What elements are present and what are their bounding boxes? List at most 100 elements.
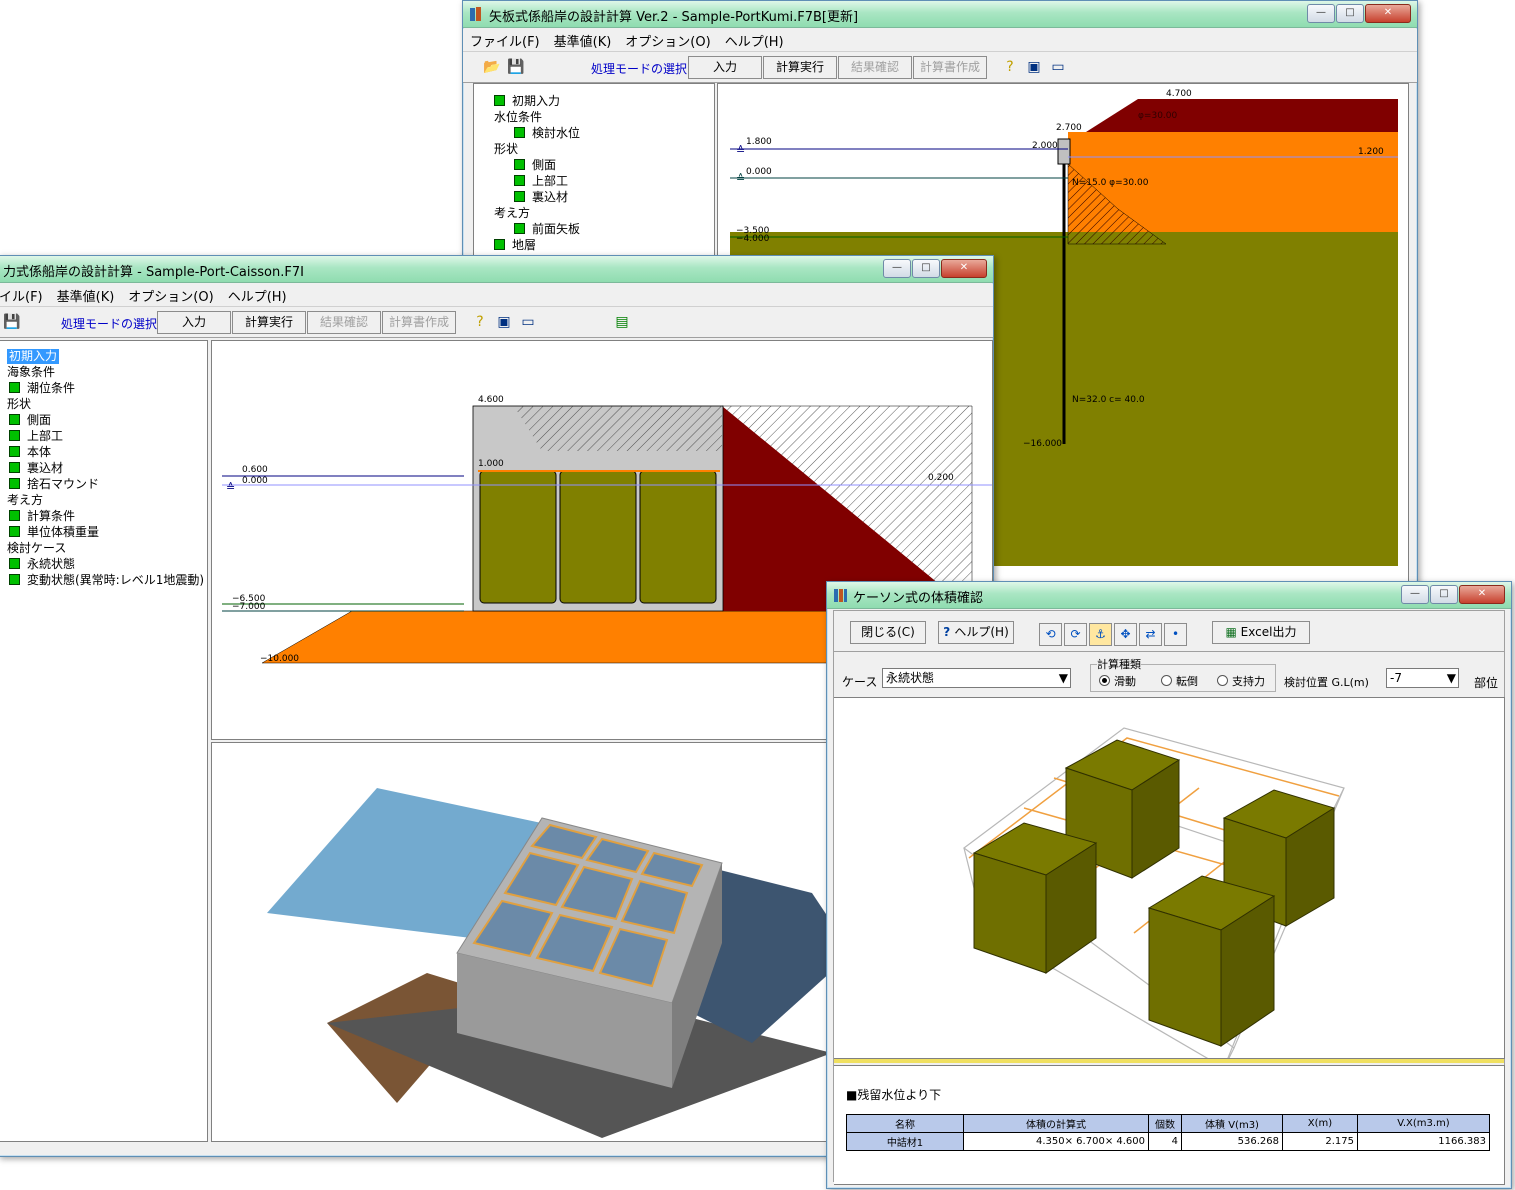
manual-icon[interactable]: ▣: [1025, 58, 1043, 76]
tree-item-strata[interactable]: 地層: [494, 238, 536, 253]
move-icon[interactable]: ✥: [1114, 623, 1137, 646]
label-backfill-params: N=15.0 φ=30.00: [1072, 178, 1149, 188]
rotate-right-icon[interactable]: ⟳: [1064, 623, 1087, 646]
case-select[interactable]: 永続状態 ▼: [882, 668, 1071, 688]
title-bar[interactable]: ケーソン式の体積確認 — □ ✕: [827, 582, 1511, 609]
menu-standard[interactable]: 基準値(K): [547, 31, 619, 50]
label-1800: 1.800: [746, 137, 772, 147]
splitter[interactable]: [834, 1059, 1504, 1063]
col-vx: V.X(m3.m): [1357, 1114, 1490, 1133]
open-folder-icon[interactable]: 📂: [483, 58, 501, 76]
minimize-button[interactable]: —: [883, 259, 911, 278]
tree-item-backfill[interactable]: 裏込材: [514, 190, 568, 205]
radio-sliding[interactable]: 滑動: [1099, 673, 1136, 689]
water-symbol: ≙: [226, 481, 235, 494]
tree-item-upper[interactable]: 上部工: [9, 429, 63, 444]
volume-3d-view[interactable]: [834, 697, 1505, 1059]
col-x: X(m): [1282, 1114, 1358, 1133]
manual-icon[interactable]: ▣: [495, 313, 513, 331]
maximize-button[interactable]: □: [1430, 585, 1458, 604]
help-dialog-button[interactable]: ? ヘルプ(H): [938, 621, 1014, 644]
label-1200: 1.200: [1358, 147, 1384, 157]
label-0600: 0.600: [242, 465, 268, 475]
tree-item-concept[interactable]: 考え方: [7, 493, 43, 508]
tree-item-water-level[interactable]: 検討水位: [514, 126, 580, 141]
save-icon[interactable]: 💾: [3, 313, 21, 331]
close-button[interactable]: ✕: [1459, 585, 1505, 604]
tree-item-seismic[interactable]: 変動状態(異常時:レベル1地震動): [9, 573, 204, 588]
menu-help[interactable]: ヘルプ(H): [221, 286, 294, 305]
help-icon[interactable]: ?: [1001, 58, 1019, 76]
mode-input-button[interactable]: 入力: [157, 311, 231, 334]
tree-item-concept[interactable]: 考え方: [494, 206, 530, 221]
position-label: 検討位置 G.L(m): [1284, 676, 1369, 689]
zoom-icon[interactable]: ⇄: [1139, 623, 1162, 646]
tree-item-body[interactable]: 本体: [9, 445, 51, 460]
rotate-left-icon[interactable]: ⟲: [1039, 623, 1062, 646]
result-button[interactable]: 結果確認: [307, 311, 381, 334]
app-icon: [833, 587, 847, 603]
title-bar[interactable]: 力式係船岸の設計計算 - Sample-Port-Caisson.F7I — □…: [0, 256, 993, 283]
label-4600: 4.600: [478, 395, 504, 405]
tree-item-side[interactable]: 側面: [9, 413, 51, 428]
tree-item-water[interactable]: 水位条件: [494, 110, 542, 125]
tree-item-initial[interactable]: 初期入力: [494, 94, 560, 109]
mode-input-button[interactable]: 入力: [688, 56, 762, 79]
label-4700: 4.700: [1166, 89, 1192, 99]
table-row: 中詰材1 4.350× 6.700× 4.600 4 536.268 2.175…: [846, 1132, 1490, 1151]
tree-item-cases[interactable]: 検討ケース: [7, 541, 66, 556]
close-button[interactable]: ✕: [1365, 4, 1411, 23]
anchor-icon[interactable]: ⚓: [1089, 623, 1112, 646]
menu-file[interactable]: イル(F): [0, 286, 50, 305]
mode-select-label: 処理モードの選択: [591, 62, 688, 76]
maximize-button[interactable]: □: [912, 259, 940, 278]
tree-item-backfill[interactable]: 裏込材: [9, 461, 63, 476]
check-list-icon[interactable]: ▤: [613, 313, 631, 331]
menu-help[interactable]: ヘルプ(H): [718, 31, 791, 50]
card-icon[interactable]: ▭: [1049, 58, 1067, 76]
tree-item-shape[interactable]: 形状: [494, 142, 518, 157]
volume-table: 名称 体積の計算式 個数 体積 V(m3) X(m) V.X(m3.m) 中詰材…: [846, 1114, 1490, 1151]
tree-item-tide[interactable]: 潮位条件: [9, 381, 75, 396]
tree-item-unit-weight[interactable]: 単位体積重量: [9, 525, 99, 540]
tree-item-shape[interactable]: 形状: [7, 397, 31, 412]
tree-item-persistent[interactable]: 永続状態: [9, 557, 75, 572]
radio-bearing[interactable]: 支持力: [1217, 673, 1265, 689]
tree-item-mound[interactable]: 捨石マウンド: [9, 477, 99, 492]
run-calc-button[interactable]: 計算実行: [232, 311, 306, 334]
caisson-cell-3: [639, 470, 717, 604]
menu-options[interactable]: オプション(O): [618, 31, 717, 50]
tree-item-initial[interactable]: 初期入力: [7, 349, 60, 364]
result-button[interactable]: 結果確認: [838, 56, 912, 79]
tree-item-side[interactable]: 側面: [514, 158, 556, 173]
report-button[interactable]: 計算書作成: [913, 56, 987, 79]
maximize-button[interactable]: □: [1336, 4, 1364, 23]
tree-item-calc-cond[interactable]: 計算条件: [9, 509, 75, 524]
minimize-button[interactable]: —: [1401, 585, 1429, 604]
close-button[interactable]: ✕: [941, 259, 987, 278]
help-icon[interactable]: ?: [471, 313, 489, 331]
save-icon[interactable]: 💾: [507, 58, 525, 76]
chevron-down-icon: ▼: [1446, 671, 1456, 685]
position-select[interactable]: -7 ▼: [1386, 668, 1459, 688]
menu-bar: ファイル(F) 基準値(K) オプション(O) ヘルプ(H): [463, 29, 1417, 51]
pile-cap: [1057, 138, 1071, 165]
run-calc-button[interactable]: 計算実行: [763, 56, 837, 79]
title-bar[interactable]: 矢板式係船岸の設計計算 Ver.2 - Sample-PortKumi.F7B[…: [463, 1, 1417, 28]
tree-item-marine[interactable]: 海象条件: [7, 365, 55, 380]
point-icon[interactable]: •: [1164, 623, 1187, 646]
menu-standard[interactable]: 基準値(K): [50, 286, 122, 305]
excel-export-button[interactable]: ▦ Excel出力: [1212, 621, 1310, 644]
volume-table-panel: ■残留水位より下 名称 体積の計算式 個数 体積 V(m3) X(m) V.X(…: [834, 1065, 1505, 1185]
card-icon[interactable]: ▭: [519, 313, 537, 331]
tree-item-front-sheet[interactable]: 前面矢板: [514, 222, 580, 237]
radio-overturning[interactable]: 転倒: [1161, 673, 1198, 689]
menu-options[interactable]: オプション(O): [121, 286, 220, 305]
minimize-button[interactable]: —: [1307, 4, 1335, 23]
tree-item-upper[interactable]: 上部工: [514, 174, 568, 189]
report-button[interactable]: 計算書作成: [382, 311, 456, 334]
section-heading: ■残留水位より下: [846, 1088, 942, 1102]
label-minus-10000: −10.000: [260, 654, 299, 664]
menu-file[interactable]: ファイル(F): [463, 31, 547, 50]
close-dialog-button[interactable]: 閉じる(C): [850, 621, 926, 644]
